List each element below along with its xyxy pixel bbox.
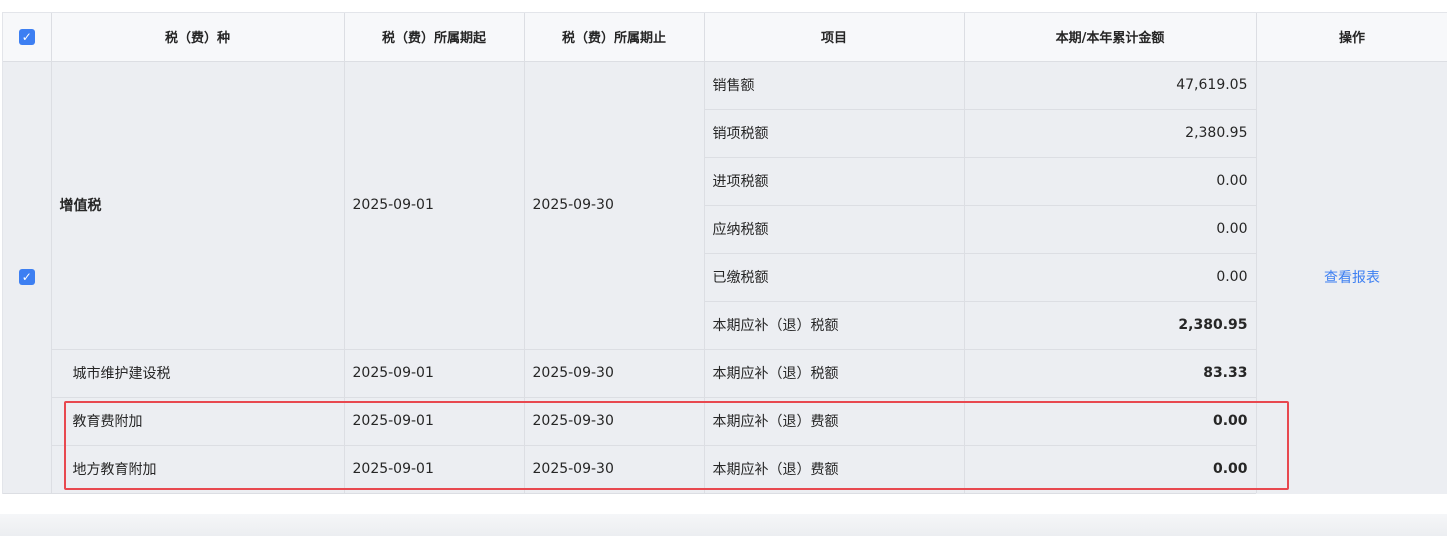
- item-label: 销项税额: [704, 109, 965, 158]
- vat-period-start: 2025-09-01: [344, 61, 525, 350]
- surtax-period-start: 2025-09-01: [344, 349, 525, 398]
- select-all-cell[interactable]: ✓: [3, 13, 52, 62]
- vat-period-end: 2025-09-30: [524, 61, 705, 350]
- select-all-checkbox[interactable]: ✓: [18, 28, 35, 45]
- surtax-name: 教育费附加: [51, 397, 345, 446]
- row-select-cell[interactable]: ✓: [3, 61, 52, 494]
- surtax-period-start: 2025-09-01: [344, 445, 525, 494]
- item-amount: 0.00: [964, 205, 1257, 254]
- table-row: 教育费附加 2025-09-01 2025-09-30 本期应补（退）费额 0.…: [3, 397, 1447, 446]
- surtax-period-start: 2025-09-01: [344, 397, 525, 446]
- view-report-link[interactable]: 查看报表: [1324, 270, 1380, 286]
- surtax-period-end: 2025-09-30: [524, 445, 705, 494]
- header-period-end: 税（费）所属期止: [524, 13, 705, 62]
- item-label: 已缴税额: [704, 253, 965, 302]
- item-label: 本期应补（退）费额: [704, 445, 965, 494]
- footer-bar: [0, 514, 1447, 536]
- header-period-start: 税（费）所属期起: [344, 13, 525, 62]
- item-amount: 2,380.95: [964, 109, 1257, 158]
- item-amount: 2,380.95: [964, 301, 1257, 350]
- action-cell: 查看报表: [1256, 61, 1447, 494]
- header-tax-type: 税（费）种: [51, 13, 345, 62]
- table-row: 地方教育附加 2025-09-01 2025-09-30 本期应补（退）费额 0…: [3, 445, 1447, 494]
- header-amount: 本期/本年累计金额: [964, 13, 1257, 62]
- item-label: 进项税额: [704, 157, 965, 206]
- item-label: 应纳税额: [704, 205, 965, 254]
- item-amount: 0.00: [964, 157, 1257, 206]
- item-amount: 0.00: [964, 253, 1257, 302]
- tax-declaration-table: ✓ 税（费）种 税（费）所属期起 税（费）所属期止 项目 本期/本年累计金额 操…: [3, 13, 1447, 494]
- item-label: 本期应补（退）税额: [704, 301, 965, 350]
- header-action: 操作: [1256, 13, 1447, 62]
- item-amount: 0.00: [964, 445, 1257, 494]
- table-row: ✓ 增值税 2025-09-01 2025-09-30 销售额 47,619.0…: [3, 61, 1447, 494]
- item-label: 销售额: [704, 61, 965, 110]
- item-label: 本期应补（退）税额: [704, 349, 965, 398]
- item-amount: 83.33: [964, 349, 1257, 398]
- surtax-period-end: 2025-09-30: [524, 397, 705, 446]
- item-amount: 47,619.05: [964, 61, 1257, 110]
- table-header-row: ✓ 税（费）种 税（费）所属期起 税（费）所属期止 项目 本期/本年累计金额 操…: [3, 13, 1447, 62]
- surtax-name: 城市维护建设税: [51, 349, 345, 398]
- item-amount: 0.00: [964, 397, 1257, 446]
- item-label: 本期应补（退）费额: [704, 397, 965, 446]
- surtax-period-end: 2025-09-30: [524, 349, 705, 398]
- table-row: 城市维护建设税 2025-09-01 2025-09-30 本期应补（退）税额 …: [3, 349, 1447, 398]
- row-checkbox[interactable]: ✓: [18, 269, 35, 285]
- header-item: 项目: [704, 13, 965, 62]
- vat-name: 增值税: [51, 61, 345, 350]
- tax-declaration-table-wrapper: ✓ 税（费）种 税（费）所属期起 税（费）所属期止 项目 本期/本年累计金额 操…: [2, 12, 1447, 494]
- surtax-name: 地方教育附加: [51, 445, 345, 494]
